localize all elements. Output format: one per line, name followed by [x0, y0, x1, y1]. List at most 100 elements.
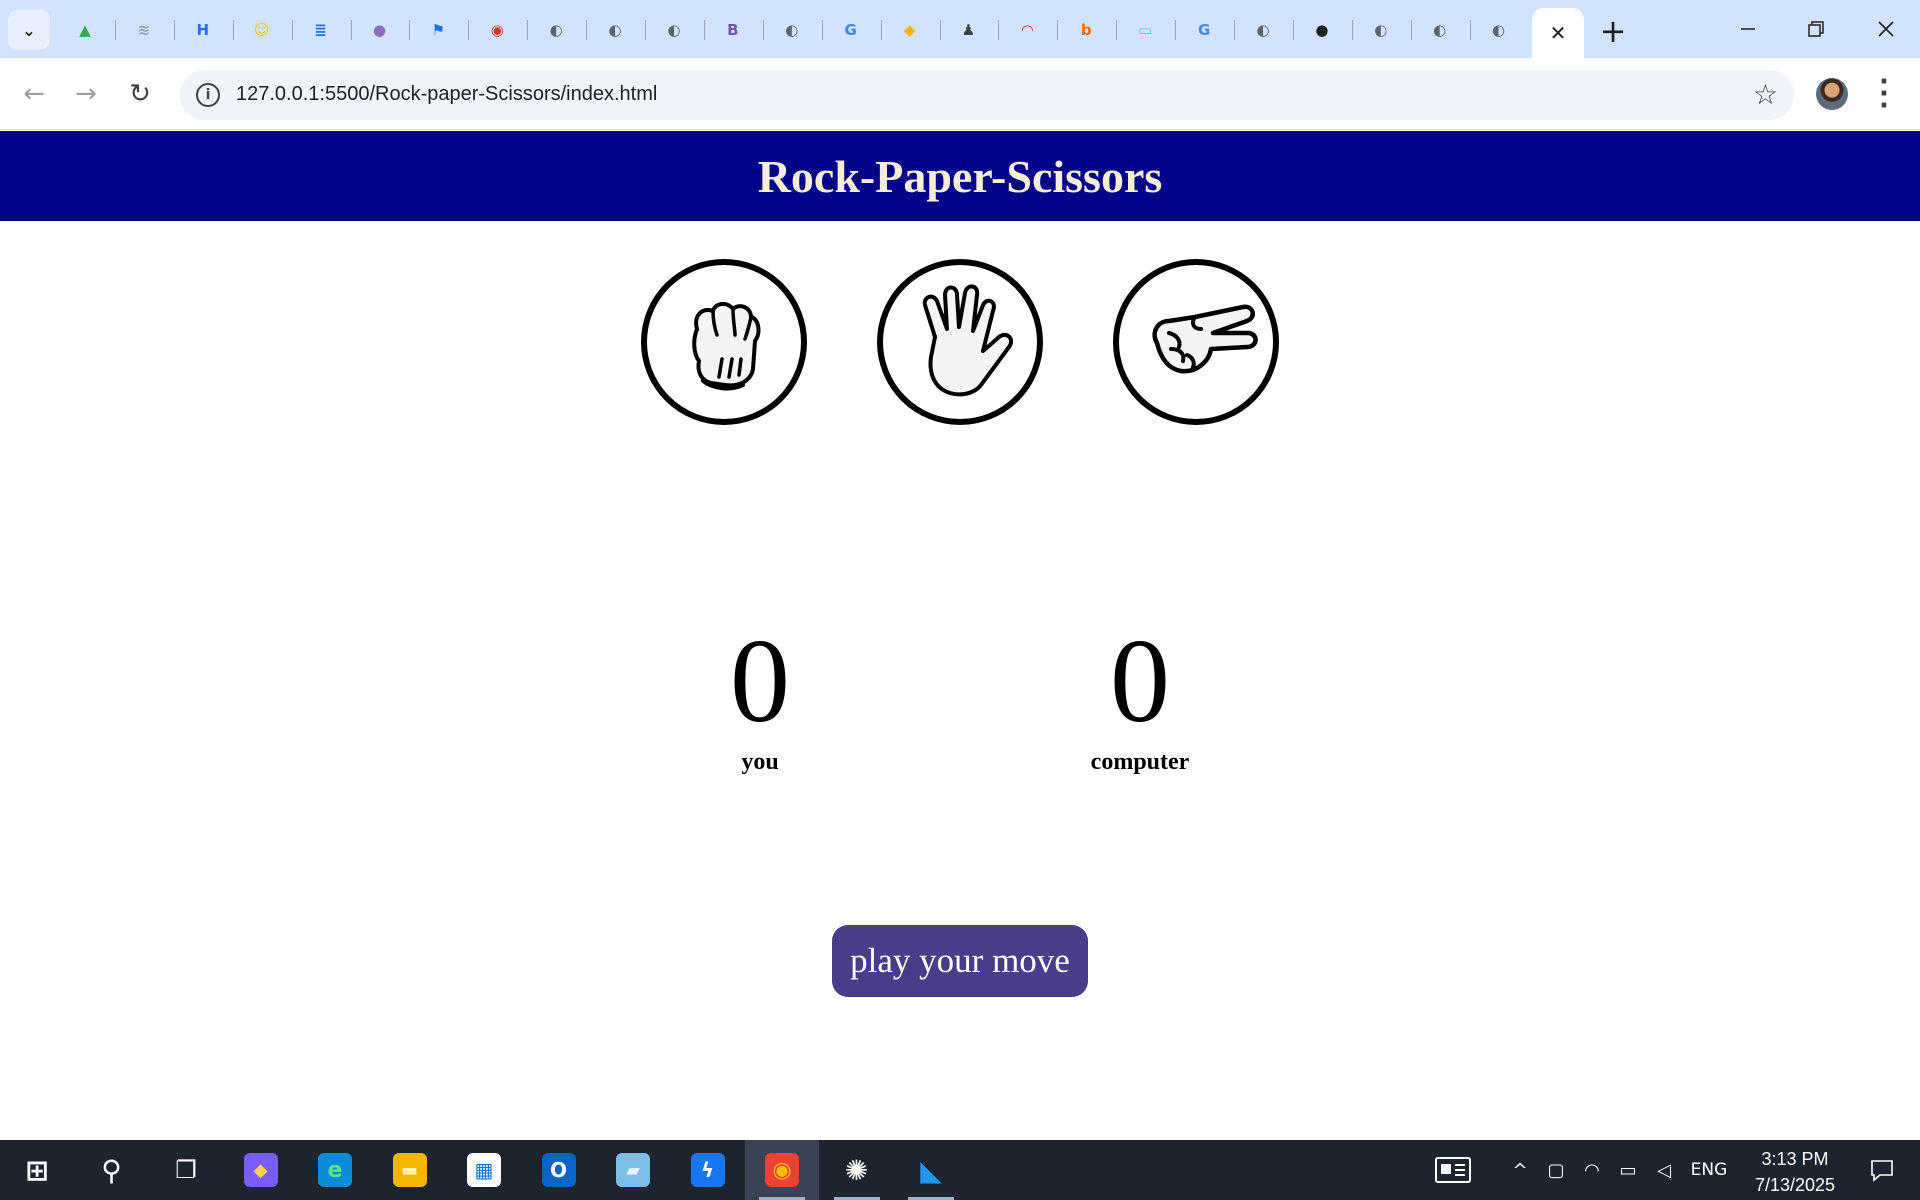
browser-tab[interactable]: ♟ [940, 12, 998, 48]
globe-icon: ◐ [549, 21, 563, 39]
news-widget-icon[interactable] [1428, 1140, 1478, 1200]
paper-choice[interactable] [877, 259, 1043, 425]
browser-tab[interactable]: ◠ [998, 12, 1056, 48]
volume-icon[interactable]: ◁ [1648, 1140, 1680, 1200]
tab-search-button[interactable]: ⌄ [8, 10, 50, 50]
taskbar-notepad-button[interactable]: ▰ [596, 1140, 670, 1200]
forward-button[interactable]: → [66, 74, 106, 114]
battery-icon[interactable]: ▭ [1612, 1140, 1644, 1200]
page-title: Rock-Paper-Scissors [757, 150, 1163, 202]
messenger-icon: ϟ [690, 1153, 725, 1187]
minimize-button[interactable] [1720, 6, 1776, 52]
language-indicator[interactable]: ENG [1684, 1140, 1734, 1200]
globe-icon: ◐ [1256, 21, 1270, 39]
taskbar-chatgpt-button[interactable]: ✺ [820, 1140, 894, 1200]
browser-tab[interactable]: ◆ [881, 12, 939, 48]
bootstrap-icon: B [727, 21, 739, 39]
taskbar-task-view-button[interactable]: ❐ [149, 1140, 223, 1200]
browser-tab[interactable]: ▲ [56, 12, 114, 48]
browser-tab[interactable]: ◐ [1352, 12, 1410, 48]
computer-score-box: 0 computer [1040, 621, 1240, 776]
hive-icon: H [196, 21, 210, 39]
computer-score-label: computer [1090, 749, 1190, 775]
outlook-icon: O [541, 1153, 576, 1187]
taskbar-vscode-button[interactable]: ◣ [894, 1140, 968, 1200]
browser-tab[interactable]: ◉ [468, 12, 526, 48]
site-info-icon[interactable]: i [196, 83, 220, 107]
new-tab-button[interactable]: + [1596, 14, 1630, 48]
clock-time: 3:13 PM [1761, 1149, 1829, 1169]
file-explorer-icon: ▬ [392, 1153, 427, 1187]
browser-tab[interactable]: ● [1293, 12, 1351, 48]
browser-tab[interactable]: B [704, 12, 762, 48]
user-score-box: 0 you [660, 621, 860, 776]
browser-tab[interactable]: ⚑ [409, 12, 467, 48]
url-text[interactable]: 127.0.0.1:5500/Rock-paper-Scissors/index… [236, 83, 657, 106]
browser-tab[interactable]: ≋ [115, 12, 173, 48]
browser-tab[interactable]: ◐ [586, 12, 644, 48]
browser-tab[interactable]: G [1175, 12, 1233, 48]
edge-icon: e [318, 1153, 352, 1187]
close-window-button[interactable] [1858, 6, 1914, 52]
taskbar-outlook-button[interactable]: O [522, 1140, 596, 1200]
taskbar-file-explorer-button[interactable]: ▬ [373, 1140, 447, 1200]
copilot-icon: ◆ [243, 1153, 278, 1187]
taskbar-messenger-button[interactable]: ϟ [671, 1140, 745, 1200]
browser-tab[interactable]: ≣ [292, 12, 350, 48]
profile-avatar[interactable] [1816, 78, 1848, 110]
browser-tab[interactable]: ◐ [645, 12, 703, 48]
browser-tab[interactable]: ▭ [1116, 12, 1174, 48]
taskbar-edge-button[interactable]: e [298, 1140, 372, 1200]
browser-tab[interactable]: ● [351, 12, 409, 48]
browser-tab[interactable]: ☺ [233, 12, 291, 48]
task-view-icon: ❐ [175, 1156, 197, 1184]
message-button[interactable]: play your move [832, 925, 1088, 997]
computer-score: 0 [1110, 614, 1170, 747]
notifications-icon[interactable] [1862, 1140, 1902, 1200]
bookmark-star-icon[interactable]: ☆ [1753, 78, 1778, 111]
scissors-choice[interactable] [1113, 259, 1279, 425]
taskbar: ⊞ ⚲ ❐ ◆ e ▬ ▦ O ▰ ϟ ◉ ✺ ◣ ^ ▢ ◠ ▭ ◁ ENG 3:13 PM 7/13… [0, 1140, 1920, 1200]
taskbar-start-button[interactable]: ⊞ [0, 1140, 74, 1200]
globe-icon: ◐ [785, 21, 799, 39]
browser-tab[interactable]: ◐ [1234, 12, 1292, 48]
graduation-cap-icon: ◆ [903, 21, 916, 39]
browser-tab[interactable]: ◐ [1411, 12, 1469, 48]
browser-tab[interactable]: ◐ [527, 12, 585, 48]
user-score-label: you [741, 749, 779, 775]
address-bar[interactable]: i 127.0.0.1:5500/Rock-paper-Scissors/ind… [180, 70, 1794, 120]
close-icon [1878, 21, 1894, 37]
taskbar-chrome-button[interactable]: ◉ [745, 1140, 819, 1200]
globe-icon: ◐ [1492, 21, 1506, 39]
more-menu-icon[interactable]: · · · [1874, 69, 1894, 119]
browser-tab[interactable]: G [822, 12, 880, 48]
reload-button[interactable]: ↻ [120, 74, 160, 114]
reload-icon: ↻ [129, 79, 151, 109]
close-tab-icon[interactable]: ✕ [1550, 21, 1567, 45]
restore-button[interactable] [1788, 6, 1844, 52]
chevron-up-icon[interactable]: ^ [1506, 1140, 1534, 1200]
browser-tab[interactable]: b [1057, 12, 1115, 48]
document-icon: ≣ [314, 21, 327, 39]
active-tab[interactable]: ✕ [1532, 8, 1584, 58]
google-icon: G [844, 21, 857, 39]
smiley-icon: ☺ [253, 21, 270, 39]
browser-tab[interactable]: ◐ [1470, 12, 1528, 48]
chatgpt-icon: ✺ [844, 1153, 869, 1187]
restore-icon [1808, 21, 1824, 37]
wifi-icon[interactable]: ◠ [1576, 1140, 1608, 1200]
taskbar-copilot-button[interactable]: ◆ [224, 1140, 298, 1200]
page-header: Rock-Paper-Scissors [0, 131, 1920, 221]
speedometer-icon: ◠ [1021, 21, 1034, 39]
rock-choice[interactable] [641, 259, 807, 425]
browser-tab[interactable]: ◐ [763, 12, 821, 48]
back-button[interactable]: ← [14, 74, 54, 114]
avatar-icon: ● [372, 21, 387, 39]
browser-tab[interactable]: H [174, 12, 232, 48]
meet-now-icon[interactable]: ▢ [1540, 1140, 1572, 1200]
taskbar-microsoft-store-button[interactable]: ▦ [447, 1140, 521, 1200]
taskbar-search-button[interactable]: ⚲ [75, 1140, 149, 1200]
globe-icon: ◐ [1374, 21, 1388, 39]
clock[interactable]: 3:13 PM 7/13/2025 [1740, 1146, 1850, 1198]
google-icon: G [1197, 21, 1211, 39]
